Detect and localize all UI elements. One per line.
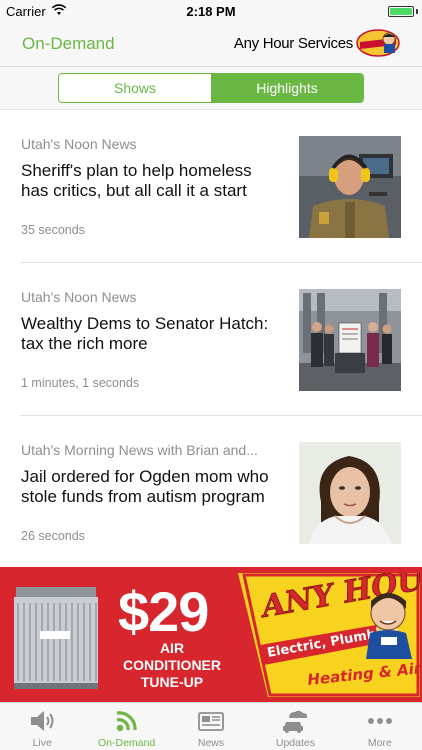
tab-label: Updates — [275, 737, 315, 749]
segment-area: Shows Highlights — [0, 66, 422, 110]
story-headline: Wealthy Dems to Senator Hatch: tax the r… — [21, 314, 269, 353]
tab-news[interactable]: News — [169, 703, 253, 750]
sponsor-banner[interactable]: Any Hour Services — [234, 28, 400, 58]
ad-line-tune-up: TUNE-UP — [140, 674, 204, 690]
speaker-icon — [31, 711, 54, 731]
any-hour-ad-logo-icon: ANY HOUR Electric, Plumbing Heating & Ai… — [238, 573, 420, 697]
more-icon — [367, 718, 392, 724]
newspaper-icon — [198, 712, 224, 731]
tab-bar: Live On-Demand News Updates More — [0, 702, 422, 750]
segment-shows[interactable]: Shows — [59, 74, 211, 102]
segment-highlights[interactable]: Highlights — [211, 74, 363, 102]
protest-photo-icon — [299, 289, 401, 391]
sheriff-photo-icon — [299, 136, 401, 238]
tab-label: News — [197, 737, 225, 749]
tab-label: More — [367, 737, 392, 749]
tab-label: On-Demand — [98, 737, 156, 749]
tab-updates[interactable]: Updates — [253, 703, 337, 750]
status-bar: Carrier 2:18 PM — [0, 0, 422, 22]
ad-banner[interactable]: $29 AIR CONDITIONER TUNE-UP ANY HOUR Ele… — [0, 567, 422, 702]
shows-highlights-segmented-control: Shows Highlights — [58, 73, 364, 103]
story-duration: 35 seconds — [21, 223, 85, 237]
story-headline: Jail ordered for Ogden mom who stole fun… — [21, 467, 269, 506]
story-show-name: Utah's Noon News — [21, 289, 137, 305]
story-show-name: Utah's Morning News with Brian and... — [21, 442, 258, 458]
battery-tip — [416, 9, 418, 14]
story-headline: Sheriff's plan to help homeless has crit… — [21, 161, 252, 200]
tab-live[interactable]: Live — [0, 703, 84, 750]
story-duration: 26 seconds — [21, 529, 85, 543]
battery-icon — [388, 6, 414, 17]
tab-more[interactable]: More — [338, 703, 422, 750]
ad-line-conditioner: CONDITIONER — [123, 657, 221, 673]
ad-price: $29 — [118, 580, 209, 643]
clock-time: 2:18 PM — [186, 4, 236, 19]
podcast-icon — [116, 711, 137, 732]
mugshot-photo-icon — [299, 442, 401, 544]
story-duration: 1 minutes, 1 seconds — [21, 376, 140, 390]
list-item[interactable]: Utah's Morning News with Brian and... Ja… — [0, 416, 422, 569]
list-item[interactable]: Utah's Noon News Wealthy Dems to Senator… — [0, 263, 422, 416]
ad-line-air: AIR — [159, 640, 185, 656]
story-show-name: Utah's Noon News — [21, 136, 137, 152]
battery-level-fill — [390, 8, 412, 15]
any-hour-logo-icon — [356, 29, 400, 57]
air-conditioner-icon — [14, 587, 98, 689]
car-weather-icon — [283, 710, 308, 733]
list-item[interactable]: Utah's Noon News Sheriff's plan to help … — [0, 110, 422, 263]
highlights-list: Utah's Noon News Sheriff's plan to help … — [0, 110, 422, 569]
tab-on-demand[interactable]: On-Demand — [84, 703, 168, 750]
navigation-bar: On-Demand Any Hour Services — [0, 22, 422, 66]
tab-label: Live — [32, 737, 52, 749]
sponsor-text: Any Hour Services — [233, 34, 353, 52]
page-title: On-Demand — [22, 34, 115, 53]
